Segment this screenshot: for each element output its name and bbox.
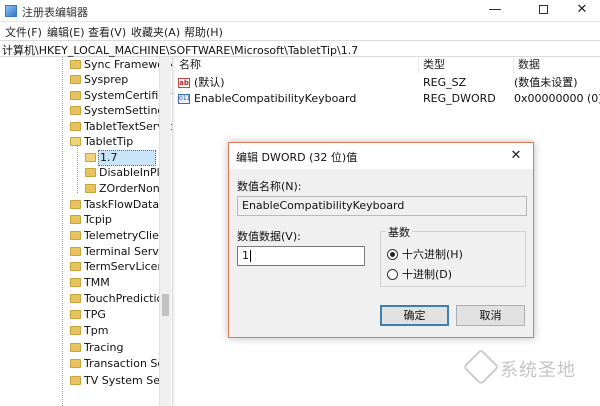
base-groupbox: 基数 十六进制(H) 十进制(D) <box>380 224 526 287</box>
watermark-text: 系统圣地 <box>500 360 576 381</box>
folder-icon <box>70 262 81 271</box>
value-data-input[interactable]: 1 <box>237 246 365 266</box>
folder-icon <box>70 75 81 84</box>
value-data-text: 1 <box>242 249 249 262</box>
folder-icon <box>85 184 96 193</box>
tree-item-label: Tpm <box>84 324 109 337</box>
value-data-label: 数值数据(V): <box>237 230 301 243</box>
base-group-title: 基数 <box>386 224 412 240</box>
text-caret <box>250 250 251 262</box>
cancel-button[interactable]: 取消 <box>456 305 525 326</box>
tree-item-label: TelemetryClient <box>84 229 171 242</box>
tree-connector-line <box>62 57 63 406</box>
value-data: (数值未设置) <box>514 76 578 89</box>
folder-icon <box>70 215 81 224</box>
maximize-button[interactable] <box>522 0 564 22</box>
folder-icon <box>70 294 81 303</box>
tree-item-label: DisableInPla <box>99 166 167 179</box>
column-header-data[interactable]: 数据 <box>514 57 600 73</box>
menu-favorites[interactable]: 收藏夹(A) <box>131 24 180 40</box>
tree-item-label: Sysprep <box>84 73 129 86</box>
close-button[interactable]: ✕ <box>561 0 600 22</box>
folder-icon <box>85 168 96 177</box>
address-path: 计算机\HKEY_LOCAL_MACHINE\SOFTWARE\Microsof… <box>2 44 359 57</box>
open-folder-icon <box>70 137 81 146</box>
radio-label: 十六进制(H) <box>402 248 463 261</box>
tree-item-label: TaskFlowDataEr <box>84 198 171 211</box>
folder-icon <box>70 359 81 368</box>
folder-icon <box>70 326 81 335</box>
dialog-titlebar: 编辑 DWORD (32 位)值 ✕ <box>229 143 533 169</box>
binary-value-icon: 011 <box>178 94 191 104</box>
tree-item-label: TouchPrediction <box>84 292 171 305</box>
value-row-enablecompatibilitykeyboard[interactable]: 011 EnableCompatibilityKeyboard REG_DWOR… <box>175 91 600 107</box>
dialog-close-button[interactable]: ✕ <box>505 146 527 166</box>
folder-icon <box>70 376 81 385</box>
value-name-field: EnableCompatibilityKeyboard <box>237 196 527 216</box>
folder-icon <box>70 310 81 319</box>
tree-scrollbar[interactable] <box>159 57 171 406</box>
tree-connector-line <box>77 145 78 193</box>
column-header-name[interactable]: 名称 <box>175 57 419 73</box>
edit-dword-dialog: 编辑 DWORD (32 位)值 ✕ 数值名称(N): EnableCompat… <box>228 142 534 338</box>
tree-item-label: TabletTip <box>84 135 134 148</box>
radio-selected-icon <box>387 249 398 260</box>
folder-icon <box>70 247 81 256</box>
folder-icon <box>70 200 81 209</box>
folder-icon <box>70 60 81 69</box>
radio-label: 十进制(D) <box>402 268 453 281</box>
folder-icon <box>70 231 81 240</box>
regedit-app-icon <box>5 5 17 17</box>
tree-item-label: 1.7 <box>98 150 156 166</box>
address-bar[interactable]: 计算机\HKEY_LOCAL_MACHINE\SOFTWARE\Microsof… <box>0 40 600 57</box>
value-type: REG_DWORD <box>423 92 496 105</box>
tree-item-label: SystemSettings <box>84 104 171 117</box>
folder-icon <box>70 91 81 100</box>
folder-icon <box>70 278 81 287</box>
value-name-label: 数值名称(N): <box>237 180 302 193</box>
value-type: REG_SZ <box>423 76 467 89</box>
folder-icon <box>70 343 81 352</box>
tree-item-label: Tcpip <box>84 213 112 226</box>
tree-scrollbar-thumb[interactable] <box>162 294 169 316</box>
tree-item-label: TermServLicens <box>84 260 171 273</box>
value-data: 0x00000000 (0) <box>514 92 600 105</box>
value-row-default[interactable]: ab (默认) REG_SZ (数值未设置) <box>175 75 600 91</box>
tree-item-label: TV System Serv <box>84 374 172 387</box>
radio-unselected-icon <box>387 269 398 280</box>
tree-item-label: Tracing <box>84 341 124 354</box>
column-header-type[interactable]: 类型 <box>419 57 514 73</box>
tree-item-label: TMM <box>84 276 110 289</box>
menu-file[interactable]: 文件(F) <box>5 24 42 40</box>
menu-edit[interactable]: 编辑(E) <box>47 24 85 40</box>
tree-item-label: Terminal Server <box>84 245 171 258</box>
tree-item-label: ZOrderNonC <box>99 182 168 195</box>
value-name: EnableCompatibilityKeyboard <box>194 92 357 105</box>
window-titlebar: 注册表编辑器 — ✕ <box>0 0 600 22</box>
dialog-body: 数值名称(N): EnableCompatibilityKeyboard 数值数… <box>229 169 533 337</box>
maximize-icon <box>538 5 548 14</box>
dialog-title: 编辑 DWORD (32 位)值 <box>236 151 358 164</box>
menu-help[interactable]: 帮助(H) <box>184 24 223 40</box>
tree-item-label: Transaction Ser <box>84 357 169 370</box>
string-value-icon: ab <box>178 78 190 88</box>
key-tree[interactable]: Sync Framework Sysprep SystemCertificat … <box>0 57 172 406</box>
menu-bar: 文件(F) 编辑(E) 查看(V) 收藏夹(A) 帮助(H) <box>0 22 600 40</box>
minimize-button[interactable]: — <box>474 0 516 22</box>
folder-icon <box>70 106 81 115</box>
open-folder-icon <box>85 153 96 162</box>
menu-view[interactable]: 查看(V) <box>88 24 126 40</box>
window-title: 注册表编辑器 <box>22 6 88 19</box>
ok-button[interactable]: 确定 <box>380 305 449 326</box>
tree-item-label: TPG <box>84 308 106 321</box>
folder-icon <box>70 122 81 131</box>
value-name: (默认) <box>194 76 225 89</box>
